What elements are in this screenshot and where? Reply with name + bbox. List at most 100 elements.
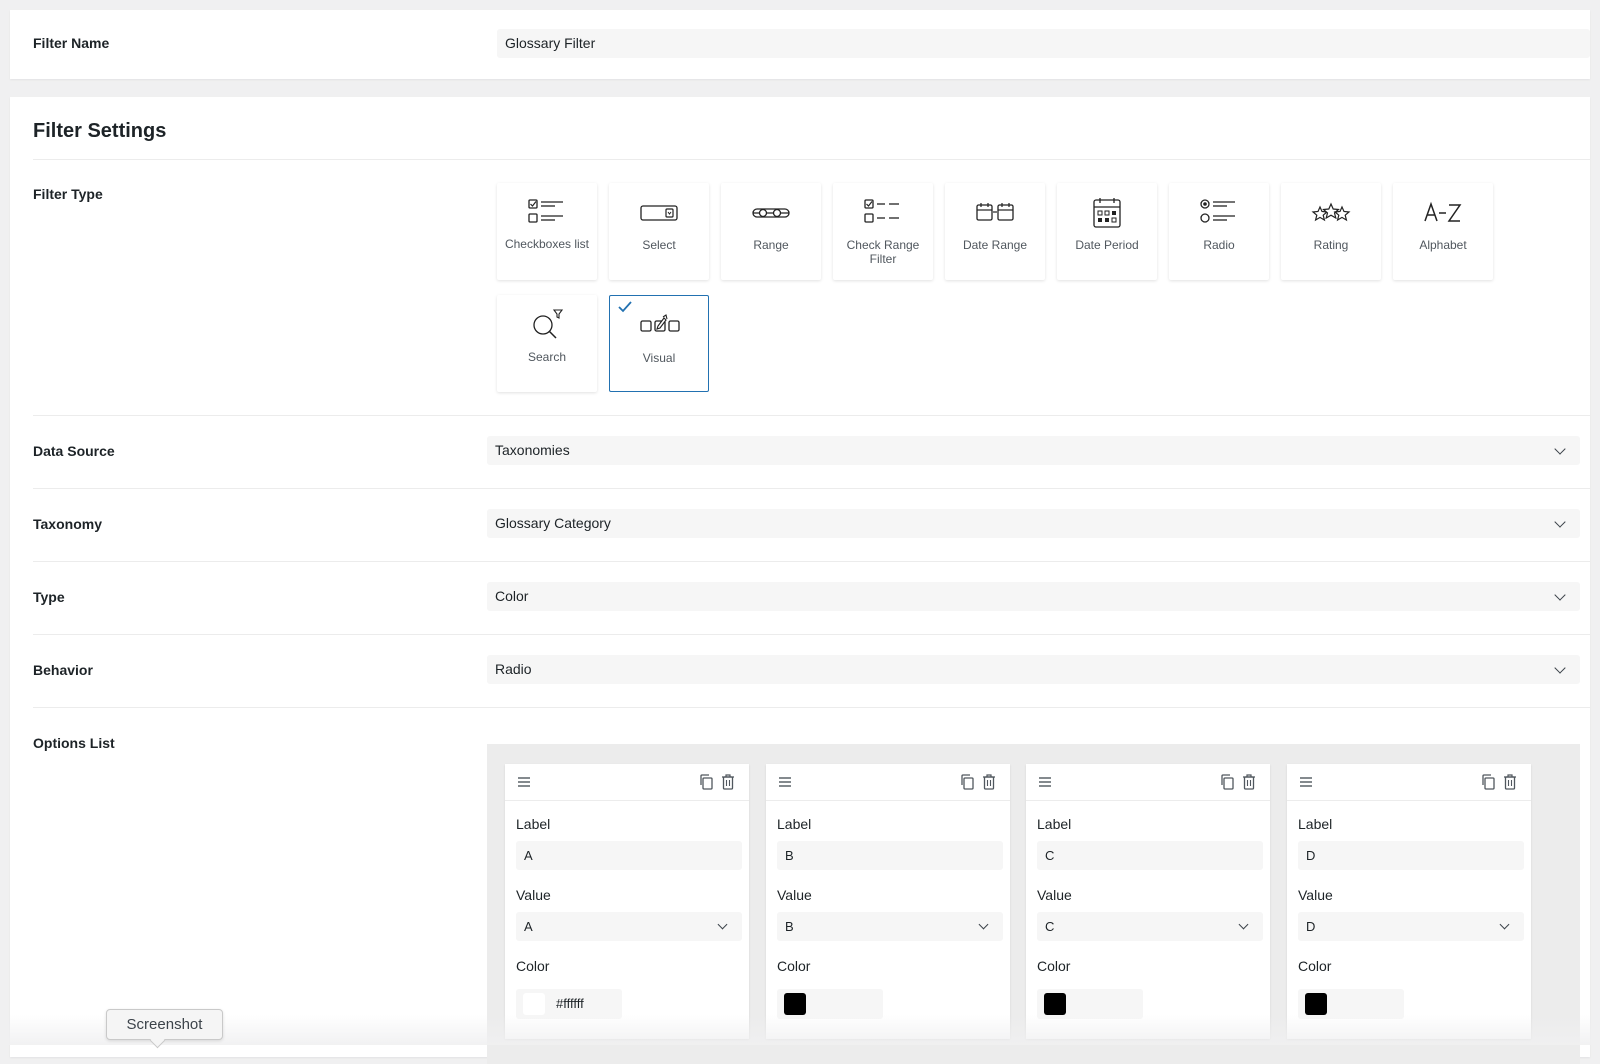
- filter-type-label: Rating: [1313, 238, 1349, 252]
- divider: [33, 634, 1590, 635]
- screenshot-tooltip: Screenshot: [106, 1009, 223, 1040]
- taxonomy-label: Taxonomy: [33, 516, 102, 532]
- divider: [33, 561, 1590, 562]
- alphabet-icon: [1424, 201, 1462, 222]
- option-label-caption: Label: [516, 816, 551, 832]
- color-hex: #ffffff: [556, 996, 584, 1011]
- filter-type-range[interactable]: Range: [721, 183, 821, 280]
- type-select[interactable]: Color: [487, 582, 1580, 611]
- filter-type-label: Date Period: [1075, 238, 1139, 252]
- option-value-caption: Value: [1037, 887, 1072, 903]
- visual-icon: [640, 314, 680, 332]
- filter-type-label: Alphabet: [1419, 238, 1467, 252]
- filter-name-panel: Filter Name Glossary Filter: [10, 10, 1590, 79]
- filter-type-label: Select: [642, 238, 676, 252]
- option-value-select[interactable]: D: [1298, 912, 1524, 941]
- filter-type-checkboxes-list[interactable]: Checkboxes list: [497, 183, 597, 280]
- filter-type-check-range-filter[interactable]: Check Range Filter: [833, 183, 933, 280]
- type-label: Type: [33, 589, 65, 605]
- copy-icon[interactable]: [699, 774, 713, 790]
- divider: [33, 415, 1590, 416]
- option-label-input[interactable]: D: [1298, 841, 1524, 870]
- taxonomy-select[interactable]: Glossary Category: [487, 509, 1580, 538]
- copy-icon[interactable]: [1481, 774, 1495, 790]
- drag-handle-icon[interactable]: [517, 776, 531, 788]
- color-swatch[interactable]: [523, 993, 545, 1015]
- filter-type-label: Filter Type: [33, 186, 103, 202]
- drag-handle-icon[interactable]: [1038, 776, 1052, 788]
- option-value-caption: Value: [516, 887, 551, 903]
- option-color-caption: Color: [1037, 958, 1071, 974]
- filter-type-date-range[interactable]: Date Range: [945, 183, 1045, 280]
- trash-icon[interactable]: [721, 774, 735, 790]
- option-value-select[interactable]: A: [516, 912, 742, 941]
- filter-type-select[interactable]: Select: [609, 183, 709, 280]
- filter-type-visual[interactable]: Visual: [609, 295, 709, 392]
- filter-type-search[interactable]: Search: [497, 295, 597, 392]
- option-label-input[interactable]: A: [516, 841, 742, 870]
- radio-icon: [1200, 199, 1235, 223]
- filter-type-label: Range: [753, 238, 789, 252]
- select-icon: [640, 205, 678, 221]
- checkmark-icon: [618, 301, 632, 313]
- option-label-caption: Label: [1037, 816, 1072, 832]
- option-color-caption: Color: [516, 958, 550, 974]
- option-value-select[interactable]: B: [777, 912, 1003, 941]
- option-color-picker[interactable]: #ffffff: [516, 989, 622, 1019]
- option-color-picker[interactable]: [777, 989, 883, 1019]
- divider: [33, 707, 1590, 708]
- options-list: Label A Value A Color #ffffff Label B Va…: [487, 744, 1580, 1064]
- drag-handle-icon[interactable]: [1299, 776, 1313, 788]
- color-swatch[interactable]: [1305, 993, 1327, 1015]
- check-range-filter-icon: [864, 199, 899, 223]
- filter-name-input[interactable]: Glossary Filter: [497, 29, 1590, 58]
- filter-type-label: Visual: [642, 351, 676, 365]
- behavior-select[interactable]: Radio: [487, 655, 1580, 684]
- date-period-icon: [1093, 198, 1121, 228]
- filter-type-date-period[interactable]: Date Period: [1057, 183, 1157, 280]
- filter-type-alphabet[interactable]: Alphabet: [1393, 183, 1493, 280]
- option-card: Label A Value A Color #ffffff: [505, 764, 749, 1039]
- option-card-header: [1287, 764, 1531, 801]
- trash-icon[interactable]: [982, 774, 996, 790]
- filter-type-radio[interactable]: Radio: [1169, 183, 1269, 280]
- copy-icon[interactable]: [960, 774, 974, 790]
- filter-settings-panel: Filter Settings Filter Type Checkboxes l…: [10, 97, 1590, 1064]
- trash-icon[interactable]: [1503, 774, 1517, 790]
- color-swatch[interactable]: [784, 993, 806, 1015]
- option-card-header: [766, 764, 1010, 801]
- section-title: Filter Settings: [33, 120, 167, 142]
- option-color-caption: Color: [1298, 958, 1332, 974]
- filter-type-rating[interactable]: Rating: [1281, 183, 1381, 280]
- option-card: Label D Value D Color: [1287, 764, 1531, 1039]
- trash-icon[interactable]: [1242, 774, 1256, 790]
- filter-type-label: Radio: [1203, 238, 1235, 252]
- drag-handle-icon[interactable]: [778, 776, 792, 788]
- filter-type-label: Search: [527, 350, 567, 364]
- filter-name-label: Filter Name: [33, 35, 110, 51]
- filter-type-label: Checkboxes list: [504, 237, 590, 251]
- color-swatch[interactable]: [1044, 993, 1066, 1015]
- option-color-caption: Color: [777, 958, 811, 974]
- option-label-caption: Label: [1298, 816, 1333, 832]
- data-source-label: Data Source: [33, 443, 115, 459]
- filter-type-label: Date Range: [962, 238, 1028, 252]
- option-card: Label C Value C Color: [1026, 764, 1270, 1039]
- range-icon: [752, 208, 790, 218]
- copy-icon[interactable]: [1220, 774, 1234, 790]
- date-range-icon: [976, 203, 1014, 221]
- option-color-picker[interactable]: [1037, 989, 1143, 1019]
- search-icon: [533, 309, 564, 339]
- rating-icon: [1311, 202, 1351, 222]
- option-card-header: [505, 764, 749, 801]
- option-card-header: [1026, 764, 1270, 801]
- filter-type-label: Check Range Filter: [846, 238, 920, 266]
- checkboxes-list-icon: [528, 199, 563, 223]
- option-value-caption: Value: [1298, 887, 1333, 903]
- behavior-label: Behavior: [33, 662, 93, 678]
- option-color-picker[interactable]: [1298, 989, 1404, 1019]
- option-value-select[interactable]: C: [1037, 912, 1263, 941]
- data-source-select[interactable]: Taxonomies: [487, 436, 1580, 465]
- option-label-input[interactable]: B: [777, 841, 1003, 870]
- option-label-input[interactable]: C: [1037, 841, 1263, 870]
